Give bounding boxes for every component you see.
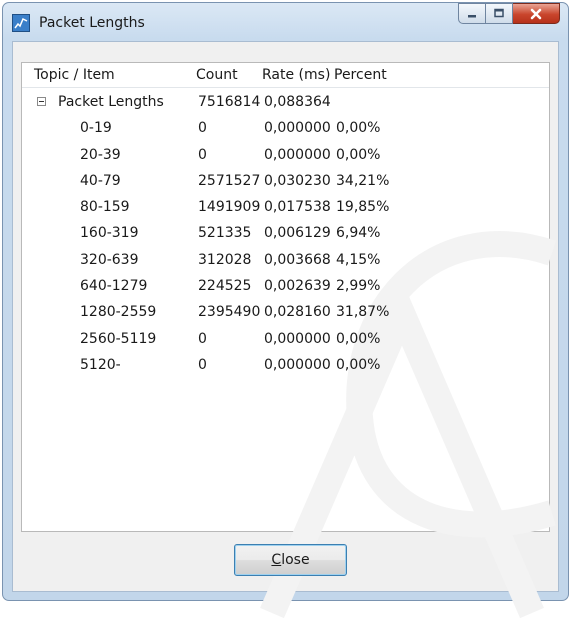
table-row[interactable]: 640-1279 224525 0,002639 2,99% (22, 274, 549, 300)
close-button-label: lose (281, 552, 310, 568)
row-rate: 0,006129 (264, 225, 331, 242)
row-count: 7516814 (198, 94, 261, 110)
row-topic: 640-1279 (80, 278, 148, 295)
table-row[interactable]: 320-639 312028 0,003668 4,15% (22, 248, 549, 274)
window-title: Packet Lengths (39, 15, 145, 31)
minimize-icon (468, 14, 476, 17)
row-topic: 1280-2559 (80, 304, 157, 321)
row-topic: 40-79 (80, 172, 121, 189)
table-rows: Packet Lengths 7516814 0,088364 0-19 0 0… (22, 90, 549, 379)
row-percent: 6,94% (336, 225, 381, 242)
row-topic: 160-319 (80, 225, 139, 242)
row-count: 312028 (198, 251, 252, 268)
table-row[interactable]: 5120- 0 0,000000 0,00% (22, 353, 549, 379)
row-percent: 31,87% (336, 304, 390, 321)
row-percent: 34,21% (336, 172, 390, 189)
row-rate: 0,000000 (264, 356, 331, 373)
row-topic: 80-159 (80, 199, 130, 216)
stats-tree-list[interactable]: Topic / Item Count Rate (ms) Percent Pac… (21, 62, 557, 619)
column-header-row: Topic / Item Count Rate (ms) Percent (22, 63, 549, 88)
row-percent: 0,00% (336, 146, 381, 163)
row-rate: 0,000000 (264, 330, 331, 347)
row-topic: 0-19 (80, 120, 112, 137)
row-rate: 0,088364 (264, 94, 331, 110)
table-row[interactable]: 20-39 0 0,000000 0,00% (22, 143, 549, 169)
column-header-topic[interactable]: Topic / Item (34, 67, 115, 83)
row-rate: 0,000000 (264, 120, 331, 137)
row-count: 1491909 (198, 199, 261, 216)
row-percent: 4,15% (336, 251, 381, 268)
row-count: 0 (198, 146, 207, 163)
row-topic: 5120- (80, 356, 121, 373)
row-topic: 2560-5119 (80, 330, 157, 347)
table-row[interactable]: 1280-2559 2395490 0,028160 31,87% (22, 300, 549, 326)
table-row[interactable]: 80-159 1491909 0,017538 19,85% (22, 195, 549, 221)
row-count: 2395490 (198, 304, 261, 321)
row-count: 2571527 (198, 172, 261, 189)
row-percent: 2,99% (336, 278, 381, 295)
table-row[interactable]: 2560-5119 0 0,000000 0,00% (22, 327, 549, 353)
row-percent: 0,00% (336, 120, 381, 137)
title-bar[interactable]: Packet Lengths (3, 3, 568, 41)
row-rate: 0,003668 (264, 251, 331, 268)
close-window-button[interactable] (513, 3, 560, 24)
row-topic: 320-639 (80, 251, 139, 268)
row-percent: 0,00% (336, 330, 381, 347)
minimize-button[interactable] (458, 3, 486, 24)
packet-lengths-window: Packet Lengths Topic / Item Count Rate (… (2, 2, 569, 619)
row-topic: Packet Lengths (58, 94, 164, 110)
row-rate: 0,000000 (264, 146, 331, 163)
maximize-icon (494, 8, 504, 18)
row-count: 0 (198, 356, 207, 373)
caption-buttons (458, 3, 560, 25)
row-count: 0 (198, 330, 207, 347)
dialog-body: Topic / Item Count Rate (ms) Percent Pac… (12, 41, 559, 619)
maximize-button[interactable] (486, 3, 513, 24)
tree-parent-row[interactable]: Packet Lengths 7516814 0,088364 (22, 90, 549, 116)
close-button[interactable]: Close (234, 544, 347, 576)
collapse-minus-icon[interactable] (37, 97, 46, 106)
column-header-count[interactable]: Count (196, 67, 238, 83)
table-row[interactable]: 0-19 0 0,000000 0,00% (22, 116, 549, 142)
close-icon (530, 8, 542, 19)
row-rate: 0,002639 (264, 278, 331, 295)
row-rate: 0,030230 (264, 172, 331, 189)
table-row[interactable]: 160-319 521335 0,006129 6,94% (22, 221, 549, 247)
close-button-mnemonic: C (271, 552, 282, 568)
row-percent: 19,85% (336, 199, 390, 216)
table-row[interactable]: 40-79 2571527 0,030230 34,21% (22, 169, 549, 195)
row-topic: 20-39 (80, 146, 121, 163)
row-rate: 0,028160 (264, 304, 331, 321)
column-header-percent[interactable]: Percent (334, 67, 387, 83)
row-percent: 0,00% (336, 356, 381, 373)
column-header-rate[interactable]: Rate (ms) (262, 67, 330, 83)
row-rate: 0,017538 (264, 199, 331, 216)
row-count: 224525 (198, 278, 252, 295)
row-count: 0 (198, 120, 207, 137)
graph-app-icon (12, 14, 30, 32)
row-count: 521335 (198, 225, 252, 242)
